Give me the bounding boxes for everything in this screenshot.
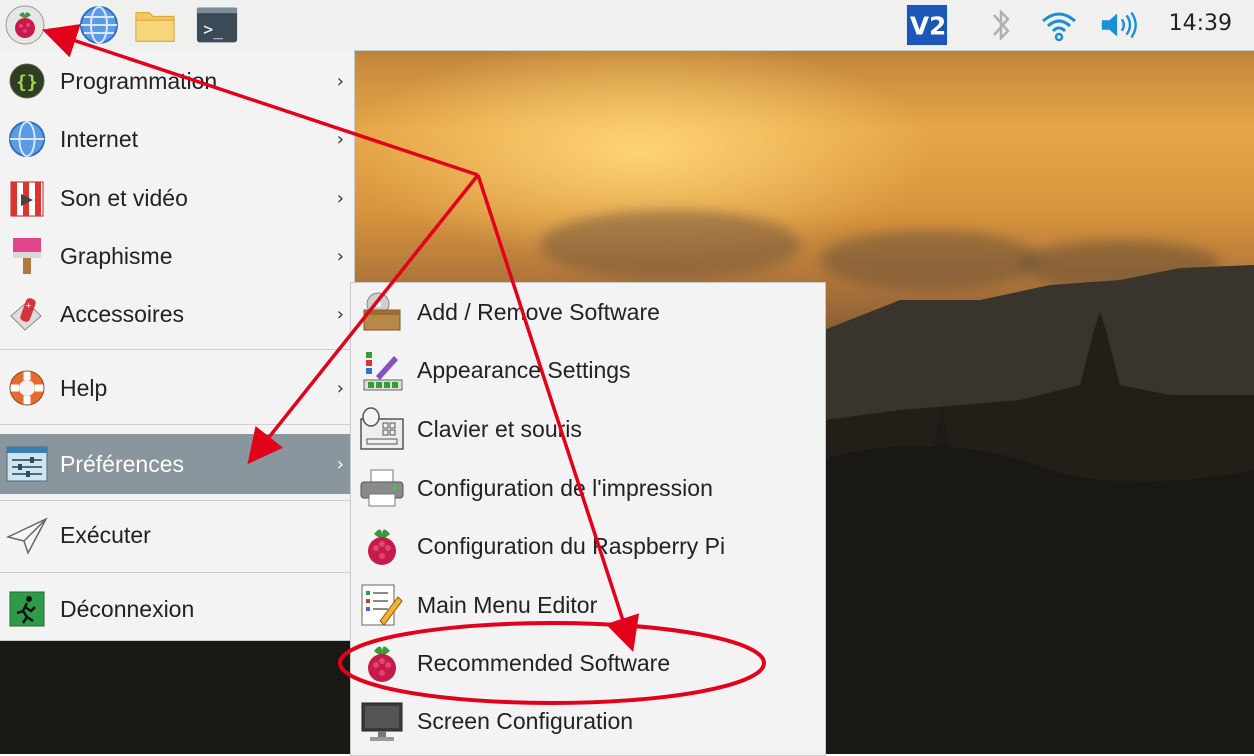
preferences-submenu: Add / Remove Software Appearance Setting… xyxy=(350,282,826,756)
submenu-arrow-icon: › xyxy=(336,70,344,92)
paper-plane-icon xyxy=(6,514,48,556)
submenu-arrow-icon: › xyxy=(336,187,344,209)
globe-icon xyxy=(6,118,48,160)
main-menu: {} Programmation › Internet › Son et vid… xyxy=(0,50,355,641)
submenu-arrow-icon: › xyxy=(336,303,344,325)
svg-text:>_: >_ xyxy=(203,20,223,39)
submenu-item-label: Recommended Software xyxy=(417,649,671,676)
wifi-icon[interactable] xyxy=(1038,4,1080,46)
menu-separator xyxy=(0,572,354,573)
accessories-icon: + xyxy=(6,293,48,335)
menu-item-label: Help xyxy=(60,374,108,401)
submenu-item-label: Clavier et souris xyxy=(417,415,582,442)
svg-text:+: + xyxy=(25,301,32,310)
menu-item-label: Préférences xyxy=(60,450,185,477)
volume-icon[interactable] xyxy=(1098,4,1140,46)
keyboard-mouse-icon xyxy=(359,406,405,452)
menu-item-accessoires[interactable]: + Accessoires › xyxy=(0,286,354,342)
raspberry-menu-icon[interactable] xyxy=(4,4,46,46)
menu-item-label: Son et vidéo xyxy=(60,184,188,211)
folder-icon[interactable] xyxy=(134,4,176,46)
globe-icon[interactable] xyxy=(78,4,120,46)
raspberry-icon xyxy=(359,523,405,569)
menu-item-label: Programmation xyxy=(60,67,218,94)
submenu-item-label: Configuration de l'impression xyxy=(417,474,713,501)
submenu-item-recommended-software[interactable]: Recommended Software xyxy=(351,634,825,692)
menu-item-son-et-video[interactable]: Son et vidéo › xyxy=(0,170,354,226)
programming-icon: {} xyxy=(6,60,48,102)
media-icon xyxy=(6,177,48,219)
submenu-item-configuration-impression[interactable]: Configuration de l'impression xyxy=(351,459,825,517)
menu-item-label: Exécuter xyxy=(60,521,151,548)
package-icon xyxy=(359,289,405,335)
menu-item-executer[interactable]: Exécuter xyxy=(0,507,354,563)
submenu-item-label: Screen Configuration xyxy=(417,707,634,734)
menu-item-internet[interactable]: Internet › xyxy=(0,111,354,167)
submenu-arrow-icon: › xyxy=(336,377,344,399)
submenu-item-label: Appearance Settings xyxy=(417,356,631,383)
submenu-item-label: Configuration du Raspberry Pi xyxy=(417,532,726,559)
svg-text:V2: V2 xyxy=(910,12,946,41)
raspberry-icon xyxy=(359,640,405,686)
menu-separator xyxy=(0,500,354,501)
submenu-arrow-icon: › xyxy=(336,245,344,267)
submenu-item-configuration-raspberry-pi[interactable]: Configuration du Raspberry Pi xyxy=(351,517,825,575)
exit-icon xyxy=(6,588,48,630)
taskbar: >_ V2 14:39 xyxy=(0,0,1254,51)
menu-separator xyxy=(0,349,354,350)
paintbrush-icon xyxy=(6,235,48,277)
submenu-item-clavier-et-souris[interactable]: Clavier et souris xyxy=(351,400,825,458)
vnc-icon[interactable]: V2 xyxy=(906,4,948,46)
bluetooth-icon[interactable] xyxy=(980,4,1022,46)
menu-item-label: Graphisme xyxy=(60,242,173,269)
submenu-item-appearance-settings[interactable]: Appearance Settings xyxy=(351,341,825,399)
preferences-icon xyxy=(6,443,48,485)
menu-item-label: Déconnexion xyxy=(60,595,195,622)
menu-item-graphisme[interactable]: Graphisme › xyxy=(0,228,354,284)
menu-item-programmation[interactable]: {} Programmation › xyxy=(0,53,354,109)
lifebuoy-icon xyxy=(6,367,48,409)
menu-item-label: Internet xyxy=(60,125,138,152)
monitor-icon xyxy=(359,698,405,744)
svg-text:{}: {} xyxy=(16,72,38,93)
printer-icon xyxy=(359,465,405,511)
menu-item-label: Accessoires xyxy=(60,300,184,327)
submenu-item-add-remove-software[interactable]: Add / Remove Software xyxy=(351,283,825,341)
menu-item-deconnexion[interactable]: Déconnexion xyxy=(0,581,354,637)
submenu-arrow-icon: › xyxy=(336,128,344,150)
appearance-icon xyxy=(359,347,405,393)
submenu-item-label: Main Menu Editor xyxy=(417,591,598,618)
menu-item-help[interactable]: Help › xyxy=(0,360,354,416)
submenu-item-screen-configuration[interactable]: Screen Configuration xyxy=(351,692,825,750)
submenu-item-label: Add / Remove Software xyxy=(417,298,660,325)
terminal-icon[interactable]: >_ xyxy=(196,4,238,46)
menu-editor-icon xyxy=(359,582,405,628)
menu-separator xyxy=(0,424,354,425)
submenu-item-main-menu-editor[interactable]: Main Menu Editor xyxy=(351,576,825,634)
menu-item-preferences[interactable]: Préférences › xyxy=(0,434,354,494)
clock[interactable]: 14:39 xyxy=(1169,11,1232,36)
submenu-arrow-icon: › xyxy=(336,453,344,475)
